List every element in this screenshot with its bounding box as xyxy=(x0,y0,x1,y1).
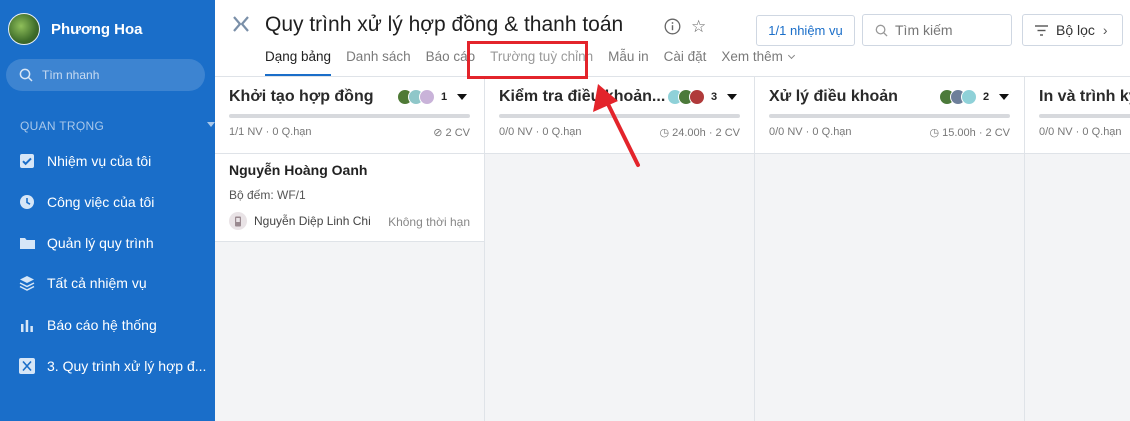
column-members[interactable]: 2 xyxy=(939,89,1010,105)
column-title: Khởi tạo hợp đồng xyxy=(229,88,374,105)
progress-bar xyxy=(499,114,740,118)
card-title: Nguyễn Hoàng Oanh xyxy=(229,162,368,178)
sidebar-item-all-tasks[interactable]: Tất cả nhiệm vụ xyxy=(18,274,213,292)
card-due-date: Không thời hạn xyxy=(388,215,470,229)
tab-settings[interactable]: Cài đặt xyxy=(664,49,707,76)
clock-icon: ◷ xyxy=(929,127,943,139)
check-circle-icon: ⊘ xyxy=(433,127,446,139)
avatar xyxy=(8,13,40,45)
clock-icon: ◷ xyxy=(659,127,673,139)
progress-bar xyxy=(769,114,1010,118)
column-stats: 1/1 NV · 0 Q.hạn xyxy=(229,126,312,138)
sidebar-item-label: Báo cáo hệ thống xyxy=(47,317,157,333)
tab-list[interactable]: Danh sách xyxy=(346,49,411,76)
column-stats-right-text: 15.00h · 2 CV xyxy=(942,127,1010,139)
avatar xyxy=(419,89,435,105)
column-stats: 0/0 NV · 0 Q.hạn xyxy=(499,126,582,138)
section-label: QUAN TRỌNG xyxy=(20,119,105,133)
tab-board[interactable]: Dạng bảng xyxy=(265,49,332,76)
page-title: Quy trình xử lý hợp đồng & thanh toán xyxy=(265,13,624,36)
caret-down-icon[interactable] xyxy=(999,94,1010,100)
folder-icon xyxy=(18,234,36,252)
search-icon xyxy=(19,68,33,82)
task-card[interactable]: Nguyễn Hoàng Oanh Bộ đếm: WF/1 Nguyễn Di… xyxy=(215,154,484,242)
card-counter: Bộ đếm: WF/1 xyxy=(229,188,306,202)
board-column: Xử lý điều khoản 2 0/0 NV · 0 Q.hạn ◷ 15… xyxy=(755,77,1025,421)
bar-chart-icon xyxy=(18,316,36,334)
column-header: Xử lý điều khoản 2 0/0 NV · 0 Q.hạn ◷ 15… xyxy=(755,77,1024,154)
sidebar: Phương Hoa Tìm nhanh QUAN TRỌNG Nhiệm vụ… xyxy=(0,0,215,421)
column-stats-right: ◷ 24.00h · 2 CV xyxy=(659,126,740,139)
star-icon[interactable]: ☆ xyxy=(691,17,706,37)
assignee-name: Nguyễn Diệp Linh Chi xyxy=(254,214,371,228)
board-column: Kiểm tra điều khoản... 3 0/0 NV · 0 Q.hạ… xyxy=(485,77,755,421)
search-placeholder: Tìm kiếm xyxy=(895,22,953,38)
column-members[interactable]: 3 xyxy=(667,89,738,105)
workflow-icon xyxy=(18,357,36,375)
column-header: Khởi tạo hợp đồng 1 1/1 NV · 0 Q.hạn ⊘ 2… xyxy=(215,77,484,154)
tab-more[interactable]: Xem thêm xyxy=(721,49,795,76)
column-stats: 0/0 NV · 0 Q.hạn xyxy=(769,126,852,138)
member-count: 2 xyxy=(983,91,990,103)
layers-icon xyxy=(18,274,36,292)
info-icon[interactable] xyxy=(664,18,681,35)
avatar xyxy=(689,89,705,105)
board-column: Khởi tạo hợp đồng 1 1/1 NV · 0 Q.hạn ⊘ 2… xyxy=(215,77,485,421)
tasks-count-button[interactable]: 1/1 nhiệm vụ xyxy=(756,15,855,46)
highlight-box xyxy=(467,41,588,79)
column-stats: 0/0 NV · 0 Q.hạn xyxy=(1039,126,1122,138)
caret-down-icon[interactable] xyxy=(727,94,738,100)
tab-print-templates[interactable]: Mẫu in xyxy=(608,49,649,76)
column-header: In và trình ký 0/0 NV · 0 Q.hạn xyxy=(1025,77,1130,154)
main-area: Quy trình xử lý hợp đồng & thanh toán ☆ … xyxy=(215,0,1130,421)
filter-button[interactable]: Bộ lọc › xyxy=(1022,14,1123,46)
avatar xyxy=(229,212,247,230)
sidebar-item-my-tasks[interactable]: Nhiệm vụ của tôi xyxy=(18,152,213,170)
sidebar-item-label: Nhiệm vụ của tôi xyxy=(47,153,152,169)
column-title: In và trình ký xyxy=(1039,88,1130,105)
column-stats-right: ⊘ 2 CV xyxy=(433,126,470,139)
sidebar-item-label: Tất cả nhiệm vụ xyxy=(47,275,147,291)
sidebar-item-my-work[interactable]: Công việc của tôi xyxy=(18,193,213,211)
avatar xyxy=(961,89,977,105)
search-input[interactable]: Tìm kiếm xyxy=(862,14,1012,46)
sidebar-item-label: Công việc của tôi xyxy=(47,194,155,210)
sidebar-item-label: 3. Quy trình xử lý hợp đ... xyxy=(47,358,207,374)
member-count: 3 xyxy=(711,91,718,103)
tab-more-label: Xem thêm xyxy=(721,49,783,64)
clock-icon xyxy=(18,193,36,211)
chevron-right-icon: › xyxy=(1102,22,1108,38)
sidebar-item-workflow[interactable]: 3. Quy trình xử lý hợp đ... xyxy=(18,357,213,375)
sidebar-item-system-report[interactable]: Báo cáo hệ thống xyxy=(18,316,213,334)
sidebar-item-process-management[interactable]: Quản lý quy trình xyxy=(18,234,213,252)
workflow-logo-icon xyxy=(233,16,249,32)
section-collapse-icon[interactable] xyxy=(207,122,215,127)
column-stats-right: ◷ 15.00h · 2 CV xyxy=(929,126,1010,139)
member-count: 1 xyxy=(441,91,448,103)
column-title: Xử lý điều khoản xyxy=(769,88,898,105)
column-stats-right-text: 24.00h · 2 CV xyxy=(672,127,740,139)
filter-label: Bộ lọc xyxy=(1056,22,1095,38)
kanban-board: Khởi tạo hợp đồng 1 1/1 NV · 0 Q.hạn ⊘ 2… xyxy=(215,77,1130,421)
column-title: Kiểm tra điều khoản... xyxy=(499,88,666,105)
caret-down-icon[interactable] xyxy=(457,94,468,100)
quick-search-input[interactable]: Tìm nhanh xyxy=(6,59,205,91)
card-assignee: Nguyễn Diệp Linh Chi xyxy=(229,212,371,230)
progress-bar xyxy=(1039,114,1130,118)
checkbox-icon xyxy=(18,152,36,170)
search-icon xyxy=(875,24,888,37)
board-column: In và trình ký 0/0 NV · 0 Q.hạn xyxy=(1025,77,1130,421)
progress-bar xyxy=(229,114,470,118)
user-profile[interactable]: Phương Hoa xyxy=(8,13,143,45)
sidebar-item-label: Quản lý quy trình xyxy=(47,235,154,251)
column-stats-right-text: 2 CV xyxy=(445,127,470,139)
chevron-down-icon xyxy=(787,51,795,60)
filter-icon xyxy=(1035,24,1048,36)
column-members[interactable]: 1 xyxy=(397,89,468,105)
user-name: Phương Hoa xyxy=(51,20,143,38)
quick-search-placeholder: Tìm nhanh xyxy=(42,68,100,82)
column-header: Kiểm tra điều khoản... 3 0/0 NV · 0 Q.hạ… xyxy=(485,77,754,154)
